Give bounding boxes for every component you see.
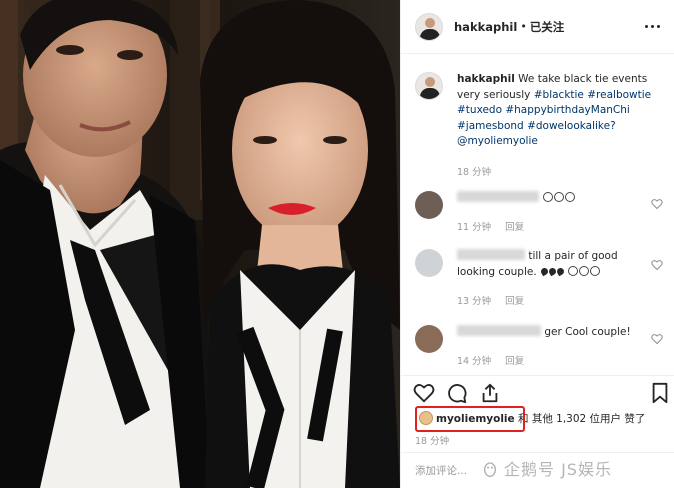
- comment-time: 11 分钟: [457, 222, 492, 233]
- hashtag[interactable]: #dowelookalike?: [527, 120, 616, 132]
- watermark: 企鹅号 JS娱乐: [482, 456, 612, 480]
- blurred-username: [457, 325, 541, 336]
- reply-button[interactable]: 回复: [505, 222, 524, 233]
- caption-username[interactable]: hakkaphil: [457, 73, 515, 85]
- comment-text: ger Cool couple!: [457, 325, 641, 341]
- mention-link[interactable]: @myoliemyolie: [457, 135, 538, 147]
- post-header: hakkaphil • 已关注: [401, 0, 674, 54]
- comment-item: ger Cool couple! 14 分钟 回复: [415, 325, 667, 367]
- hashtag[interactable]: #blacktie: [534, 89, 584, 101]
- blurred-username: [457, 191, 539, 202]
- caption-text: hakkaphil We take black tie events very …: [457, 72, 667, 150]
- follow-status[interactable]: 已关注: [530, 19, 565, 35]
- post-photo[interactable]: [0, 0, 400, 488]
- hashtag[interactable]: #jamesbond: [457, 120, 524, 132]
- reply-button[interactable]: 回复: [505, 356, 524, 367]
- hashtag[interactable]: #realbowtie: [587, 89, 651, 101]
- emoji-icon: [554, 192, 565, 202]
- comment-time: 14 分钟: [457, 356, 492, 367]
- likes-summary: myoliemyolie 和 其他 1,302 位用户 赞了: [415, 406, 671, 432]
- heart-icon[interactable]: [651, 198, 663, 210]
- heart-icon[interactable]: [651, 333, 663, 345]
- comment-time: 13 分钟: [457, 296, 492, 307]
- author-username[interactable]: hakkaphil: [454, 20, 517, 34]
- caption-time: 18 分钟: [457, 167, 492, 178]
- commenter-avatar[interactable]: [415, 249, 443, 277]
- bookmark-icon[interactable]: [649, 382, 671, 404]
- penguin-icon: [484, 462, 496, 477]
- emoji-icon: [565, 192, 576, 202]
- hashtag[interactable]: #happybirthdayManChi: [505, 104, 629, 116]
- caption-avatar[interactable]: [415, 72, 443, 100]
- watermark-text: 企鹅号 JS娱乐: [504, 460, 612, 479]
- likes-count-text[interactable]: 和 其他 1,302 位用户 赞了: [518, 413, 645, 425]
- comment-meta: 11 分钟 回复: [457, 219, 524, 233]
- emoji-icon: [568, 265, 579, 276]
- more-dots-icon[interactable]: [645, 20, 661, 34]
- comment-text: [457, 191, 641, 207]
- commenter-avatar[interactable]: [415, 325, 443, 353]
- commenter-avatar[interactable]: [415, 191, 443, 219]
- comment-text: till a pair of good looking couple.: [457, 249, 618, 278]
- heart-icon[interactable]: [651, 259, 663, 271]
- comment-item: 11 分钟 回复: [415, 191, 667, 233]
- comment-item: till a pair of good looking couple. 13 分…: [415, 249, 667, 307]
- header-separator: •: [520, 20, 527, 33]
- reply-button[interactable]: 回复: [505, 296, 524, 307]
- highlight-box: [415, 406, 525, 432]
- emoji-icon: [590, 265, 601, 276]
- hashtag[interactable]: #tuxedo: [457, 104, 502, 116]
- couple-photo-illustration: [0, 0, 400, 488]
- comment-meta: 13 分钟 回复: [457, 293, 524, 307]
- emoji-icon: [543, 192, 554, 202]
- action-bar: [401, 375, 674, 409]
- share-icon[interactable]: [479, 382, 501, 404]
- comment-meta: 14 分钟 回复: [457, 353, 524, 367]
- comment-bubble-icon[interactable]: [446, 382, 468, 404]
- post-time: 18 分钟: [415, 436, 450, 447]
- post-caption: hakkaphil We take black tie events very …: [415, 72, 667, 178]
- emoji-icon: [579, 265, 590, 276]
- blurred-username: [457, 249, 525, 260]
- post-detail-panel: hakkaphil • 已关注 hakkaphil We take black …: [400, 0, 674, 488]
- emoji-icon: [555, 266, 566, 276]
- author-avatar[interactable]: [415, 12, 443, 41]
- heart-icon[interactable]: [413, 382, 435, 404]
